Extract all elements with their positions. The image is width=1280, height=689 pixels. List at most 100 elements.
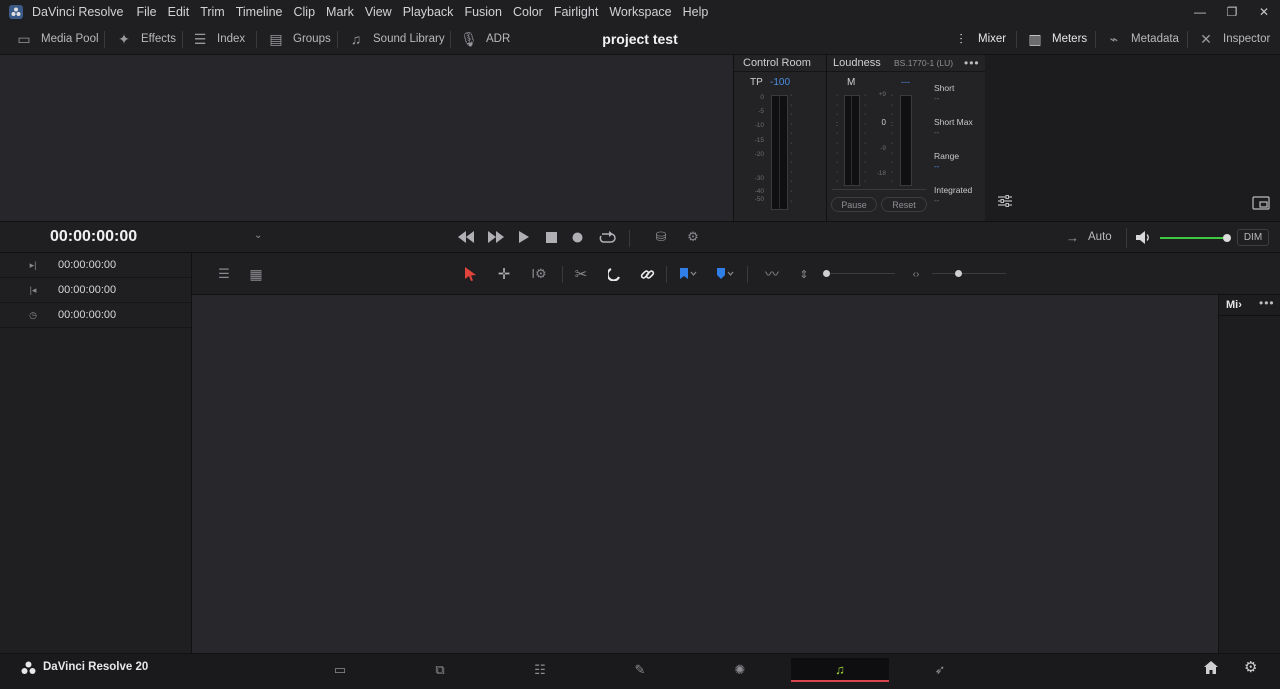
edit-select-icon[interactable]: I⚙ [526,264,552,284]
timeline-area[interactable] [192,295,1218,653]
menu-edit[interactable]: Edit [168,5,190,19]
tp-value: -100 [770,77,791,88]
adr-button[interactable]: 🎙 ADR [460,23,510,55]
effects-button[interactable]: ✦ Effects [115,23,176,55]
loudness-header: Loudness BS.1770-1 (LU) ••• [827,55,985,72]
timecode-row[interactable]: |◂ 00:00:00:00 [0,278,191,303]
media-pool-label: Media Pool [41,33,99,45]
short-max-label: Short Max [934,117,973,127]
groups-button[interactable]: ▤ Groups [267,23,330,55]
page-fairlight[interactable]: ♫ [791,658,889,682]
timecode-row[interactable]: ▸| 00:00:00:00 [0,253,191,278]
menu-file[interactable]: File [136,5,156,19]
index-button[interactable]: ☰ Index [191,23,245,55]
toolbar-divider [1095,31,1096,48]
menu-help[interactable]: Help [683,5,709,19]
link-icon[interactable] [636,264,658,284]
menu-trim[interactable]: Trim [200,5,225,19]
window-layout-icon[interactable] [1252,196,1270,210]
timecode-display[interactable]: 00:00:00:00 [50,228,137,246]
inspector-button[interactable]: ✕ Inspector [1197,23,1270,55]
automation-settings-icon[interactable]: ⚙ [682,227,704,247]
loudness-options-icon[interactable]: ••• [964,55,980,72]
window-controls: — ❐ ✕ [1184,0,1280,23]
track-height-slider[interactable] [830,273,895,274]
page-edit[interactable]: ☷ [491,658,589,682]
loudness-meter-short [900,95,912,186]
range-select-icon[interactable]: ✛ [494,264,514,284]
page-fusion[interactable]: ✎ [591,658,689,682]
home-icon[interactable] [1204,661,1218,674]
menu-workspace[interactable]: Workspace [609,5,671,19]
page-deliver[interactable]: ➶ [891,658,989,682]
media-pool-button[interactable]: ▭ Media Pool [15,23,99,55]
meter-ticks: · · ·: · · · · · · [836,92,839,186]
loop-icon[interactable] [596,227,618,247]
track-list-icon[interactable]: ☰ [212,264,236,284]
close-button[interactable]: ✕ [1248,5,1280,19]
reset-button[interactable]: Reset [881,197,927,212]
meters-button[interactable]: ▥ Meters [1026,23,1087,55]
timeline-toolbar: ☰ ▦ ✛ I⚙ ✂ 〰 ⇕ ‹› [192,253,1280,295]
pause-button[interactable]: Pause [831,197,877,212]
selection-pointer-icon[interactable] [462,264,478,284]
record-icon[interactable] [569,227,585,247]
mixer-button[interactable]: ⫶ Mixer [952,23,1006,55]
settings-gear-icon[interactable]: ⚙ [1244,658,1257,676]
zoom-slider-handle[interactable] [955,270,962,277]
page-media[interactable]: ▭ [291,658,389,682]
timecode-row[interactable]: ◷ 00:00:00:00 [0,303,191,328]
menu-playback[interactable]: Playback [403,5,454,19]
razor-scissors-icon[interactable]: ✂ [570,264,592,284]
fast-forward-icon[interactable] [486,227,506,247]
menu-clip[interactable]: Clip [294,5,316,19]
automation-icon[interactable]: ⛁ [650,227,672,247]
rewind-icon[interactable] [456,227,476,247]
mixer-options-icon[interactable]: ••• [1259,296,1275,310]
snapping-magnet-icon[interactable] [604,264,626,284]
page-color[interactable]: ✺ [691,658,789,682]
marker-icon[interactable] [713,264,737,284]
meter-settings-icon[interactable] [997,194,1013,208]
transport-divider [1126,228,1127,248]
app-logo-icon [9,4,23,19]
track-height-slider-handle[interactable] [823,270,830,277]
mixer-sliders-icon: ⫶ [959,30,963,47]
loudness-standard[interactable]: BS.1770-1 (LU) [894,55,953,72]
grid-view-icon[interactable]: ▦ [245,264,267,284]
metadata-button[interactable]: ⌁ Metadata [1105,23,1179,55]
mixer-header: Mi› ••• [1219,295,1280,316]
play-icon[interactable] [516,227,532,247]
edit-page-icon: ☷ [534,662,546,677]
dim-button[interactable]: DIM [1237,229,1269,246]
waveform-icon[interactable]: 〰 [759,264,785,284]
stop-icon[interactable] [543,227,559,247]
menu-fusion[interactable]: Fusion [464,5,502,19]
scale-tick: -18 [876,170,886,177]
menu-timeline[interactable]: Timeline [236,5,283,19]
timecode-panel: ▸| 00:00:00:00 |◂ 00:00:00:00 ◷ 00:00:00… [0,253,192,653]
minimize-button[interactable]: — [1184,5,1216,19]
sound-library-button[interactable]: ♫ Sound Library [347,23,445,55]
volume-slider[interactable] [1160,237,1228,239]
menu-view[interactable]: View [365,5,392,19]
track-height-icon[interactable]: ⇕ [797,264,811,284]
auto-label[interactable]: Auto [1088,231,1112,243]
toolbar-divider [182,31,183,48]
volume-slider-handle[interactable] [1223,234,1231,242]
menu-fairlight[interactable]: Fairlight [554,5,598,19]
sound-library-label: Sound Library [373,33,445,45]
control-room-meter [771,95,788,210]
menu-mark[interactable]: Mark [326,5,354,19]
maximize-button[interactable]: ❐ [1216,5,1248,19]
inspector-tools-icon: ✕ [1200,30,1212,47]
menu-color[interactable]: Color [513,5,543,19]
speaker-icon[interactable] [1136,231,1152,244]
zoom-slider[interactable] [932,273,1006,274]
chevron-down-icon[interactable]: ⌄ [254,230,262,241]
short-value: -- [934,94,940,103]
scale-tick: -30 [754,175,764,183]
page-cut[interactable]: ⧉ [391,658,489,682]
flag-icon[interactable] [676,264,700,284]
zoom-horizontal-icon[interactable]: ‹› [907,264,925,284]
